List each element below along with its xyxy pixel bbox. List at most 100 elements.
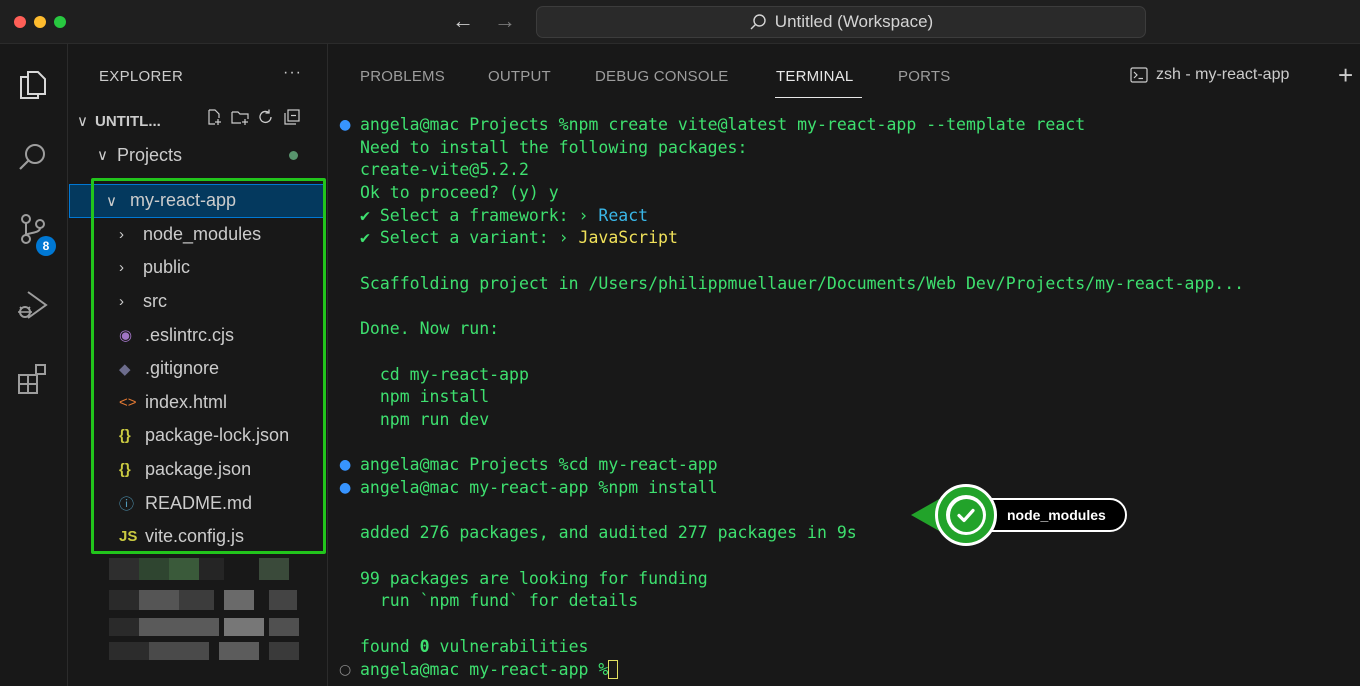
terminal-text: JavaScript	[578, 228, 678, 248]
terminal-text: angela@mac Projects %npm create vite@lat…	[360, 115, 1086, 134]
file-type-icon: ◆	[119, 360, 131, 378]
chevron-right-icon: ›	[119, 259, 124, 277]
explorer-icon[interactable]	[16, 68, 50, 102]
tree-item-label: public	[143, 257, 191, 278]
collapse-all-icon[interactable]	[283, 108, 301, 126]
terminal-output[interactable]: ● angela@mac Projects %npm create vite@la…	[338, 114, 1358, 681]
terminal-text: vulnerabilities	[429, 636, 589, 656]
active-tab-indicator	[775, 97, 862, 98]
terminal-line: ○ angela@mac my-react-app %	[338, 659, 1358, 682]
search-icon[interactable]	[16, 140, 50, 174]
terminal-line: ● angela@mac Projects %cd my-react-app	[338, 454, 1358, 477]
tree-folder-row[interactable]: ∨ my-react-app	[69, 184, 326, 218]
new-file-icon[interactable]	[205, 108, 223, 126]
extensions-icon[interactable]	[16, 362, 50, 396]
terminal-line: ✔ Select a framework: › React	[338, 205, 1358, 228]
terminal-name-label: zsh - my-react-app	[1156, 66, 1290, 83]
tree-file-row[interactable]: <> index.html	[69, 386, 326, 420]
panel-tabs: PROBLEMS OUTPUT DEBUG CONSOLE TERMINAL P…	[328, 44, 1360, 104]
tab-terminal[interactable]: TERMINAL	[776, 68, 853, 85]
close-window-button[interactable]	[14, 16, 26, 28]
checkmark-icon	[935, 484, 997, 546]
tree-item-label: index.html	[145, 391, 228, 412]
tree-folder-row[interactable]: › src	[69, 285, 326, 319]
file-type-icon: ⓘ	[119, 495, 135, 513]
terminal-text: Scaffolding project in /Users/philippmue…	[360, 273, 1245, 293]
file-type-icon: <>	[119, 393, 137, 411]
tab-problems[interactable]: PROBLEMS	[360, 68, 445, 85]
tree-item-label: my-react-app	[130, 190, 237, 211]
terminal-text: React	[598, 205, 649, 225]
command-center-search[interactable]: Untitled (Workspace)	[536, 6, 1146, 38]
chevron-right-icon: ›	[119, 225, 124, 243]
terminal-line: npm install	[338, 386, 1358, 409]
terminal-line: Scaffolding project in /Users/philippmue…	[338, 273, 1358, 296]
terminal-line: Ok to proceed? (y) y	[338, 182, 1358, 205]
file-type-icon: {}	[119, 461, 131, 479]
maximize-window-button[interactable]	[54, 16, 66, 28]
node-modules-callout: node_modules	[911, 484, 1127, 548]
tree-folder-row[interactable]: › node_modules	[69, 218, 326, 252]
command-decoration-icon[interactable]: ●	[339, 477, 353, 500]
terminal-line: cd my-react-app	[338, 364, 1358, 387]
terminal-text: Need to install the following packages:	[360, 137, 748, 157]
minimize-window-button[interactable]	[34, 16, 46, 28]
terminal-text: npm run dev	[360, 409, 490, 429]
command-decoration-pending-icon[interactable]: ○	[339, 659, 353, 682]
terminal-icon	[1130, 67, 1148, 83]
tree-file-row[interactable]: ◉ .eslintrc.cjs	[69, 318, 326, 352]
tree-file-row[interactable]: ◆ .gitignore	[69, 352, 326, 386]
terminal-line: ✔ Select a variant: › JavaScript	[338, 227, 1358, 250]
more-actions-icon[interactable]: ···	[283, 64, 302, 82]
tree-file-row[interactable]: {} package-lock.json	[69, 419, 326, 453]
terminal-line: added 276 packages, and audited 277 pack…	[338, 522, 1358, 545]
tree-file-row[interactable]: ⓘ README.md	[69, 486, 326, 520]
terminal-line: found 0 vulnerabilities	[338, 636, 1358, 659]
terminal-text: angela@mac my-react-app %npm install	[360, 478, 718, 497]
terminal-text: create-vite@5.2.2	[360, 160, 529, 180]
command-decoration-icon[interactable]: ●	[339, 454, 353, 477]
terminal-line: npm run dev	[338, 409, 1358, 432]
bottom-panel: PROBLEMS OUTPUT DEBUG CONSOLE TERMINAL P…	[327, 44, 1360, 686]
terminal-line: run `npm fund` for details	[338, 590, 1358, 613]
forward-arrow-icon[interactable]: →	[494, 8, 516, 34]
chevron-down-icon: ∨	[97, 147, 108, 164]
new-terminal-button[interactable]: +	[1338, 60, 1353, 91]
command-decoration-icon[interactable]: ●	[339, 114, 353, 137]
callout-label-text: node_modules	[1007, 507, 1106, 523]
terminal-text: cd my-react-app	[360, 364, 529, 384]
projects-folder-row[interactable]: ∨ Projects	[97, 142, 317, 168]
tree-folder-row[interactable]: › public	[69, 251, 326, 285]
explorer-sidebar: EXPLORER ··· ∨ UNTITL... ∨ Projects ∨ my-…	[69, 44, 326, 686]
chevron-down-icon: ∨	[77, 113, 88, 130]
tab-ports[interactable]: PORTS	[898, 68, 950, 85]
tab-debug-console[interactable]: DEBUG CONSOLE	[595, 68, 728, 85]
run-debug-icon[interactable]	[16, 288, 50, 322]
tab-output[interactable]: OUTPUT	[488, 68, 551, 85]
terminal-text: added 276 packages, and audited 277 pack…	[360, 523, 857, 543]
terminal-line: ● angela@mac my-react-app %npm install	[338, 477, 1358, 500]
activity-bar: 8	[0, 44, 68, 686]
new-folder-icon[interactable]	[231, 108, 249, 126]
terminal-text: angela@mac Projects %cd my-react-app	[360, 455, 718, 475]
tree-file-row[interactable]: JS vite.config.js	[69, 520, 326, 554]
workspace-header[interactable]: ∨ UNTITL...	[77, 108, 325, 134]
terminal-text: ✔ Select a variant: ›	[360, 228, 579, 248]
tree-item-label: vite.config.js	[145, 526, 245, 547]
terminal-selector[interactable]: zsh - my-react-app	[1130, 66, 1289, 84]
chevron-right-icon: ›	[119, 293, 124, 311]
refresh-icon[interactable]	[257, 108, 275, 126]
terminal-line: create-vite@5.2.2	[338, 159, 1358, 182]
tree-item-label: node_modules	[143, 223, 262, 244]
file-type-icon: {}	[119, 427, 131, 445]
back-arrow-icon[interactable]: ←	[452, 8, 474, 34]
workspace-label: UNTITL...	[95, 112, 161, 130]
tree-file-row[interactable]: {} package.json	[69, 453, 326, 487]
tree-item-label: src	[143, 291, 167, 312]
terminal-text: angela@mac my-react-app %	[360, 659, 609, 679]
file-tree: ∨ my-react-app › node_modules › public › src ◉ .e…	[69, 184, 326, 554]
git-status-dot	[289, 151, 298, 160]
